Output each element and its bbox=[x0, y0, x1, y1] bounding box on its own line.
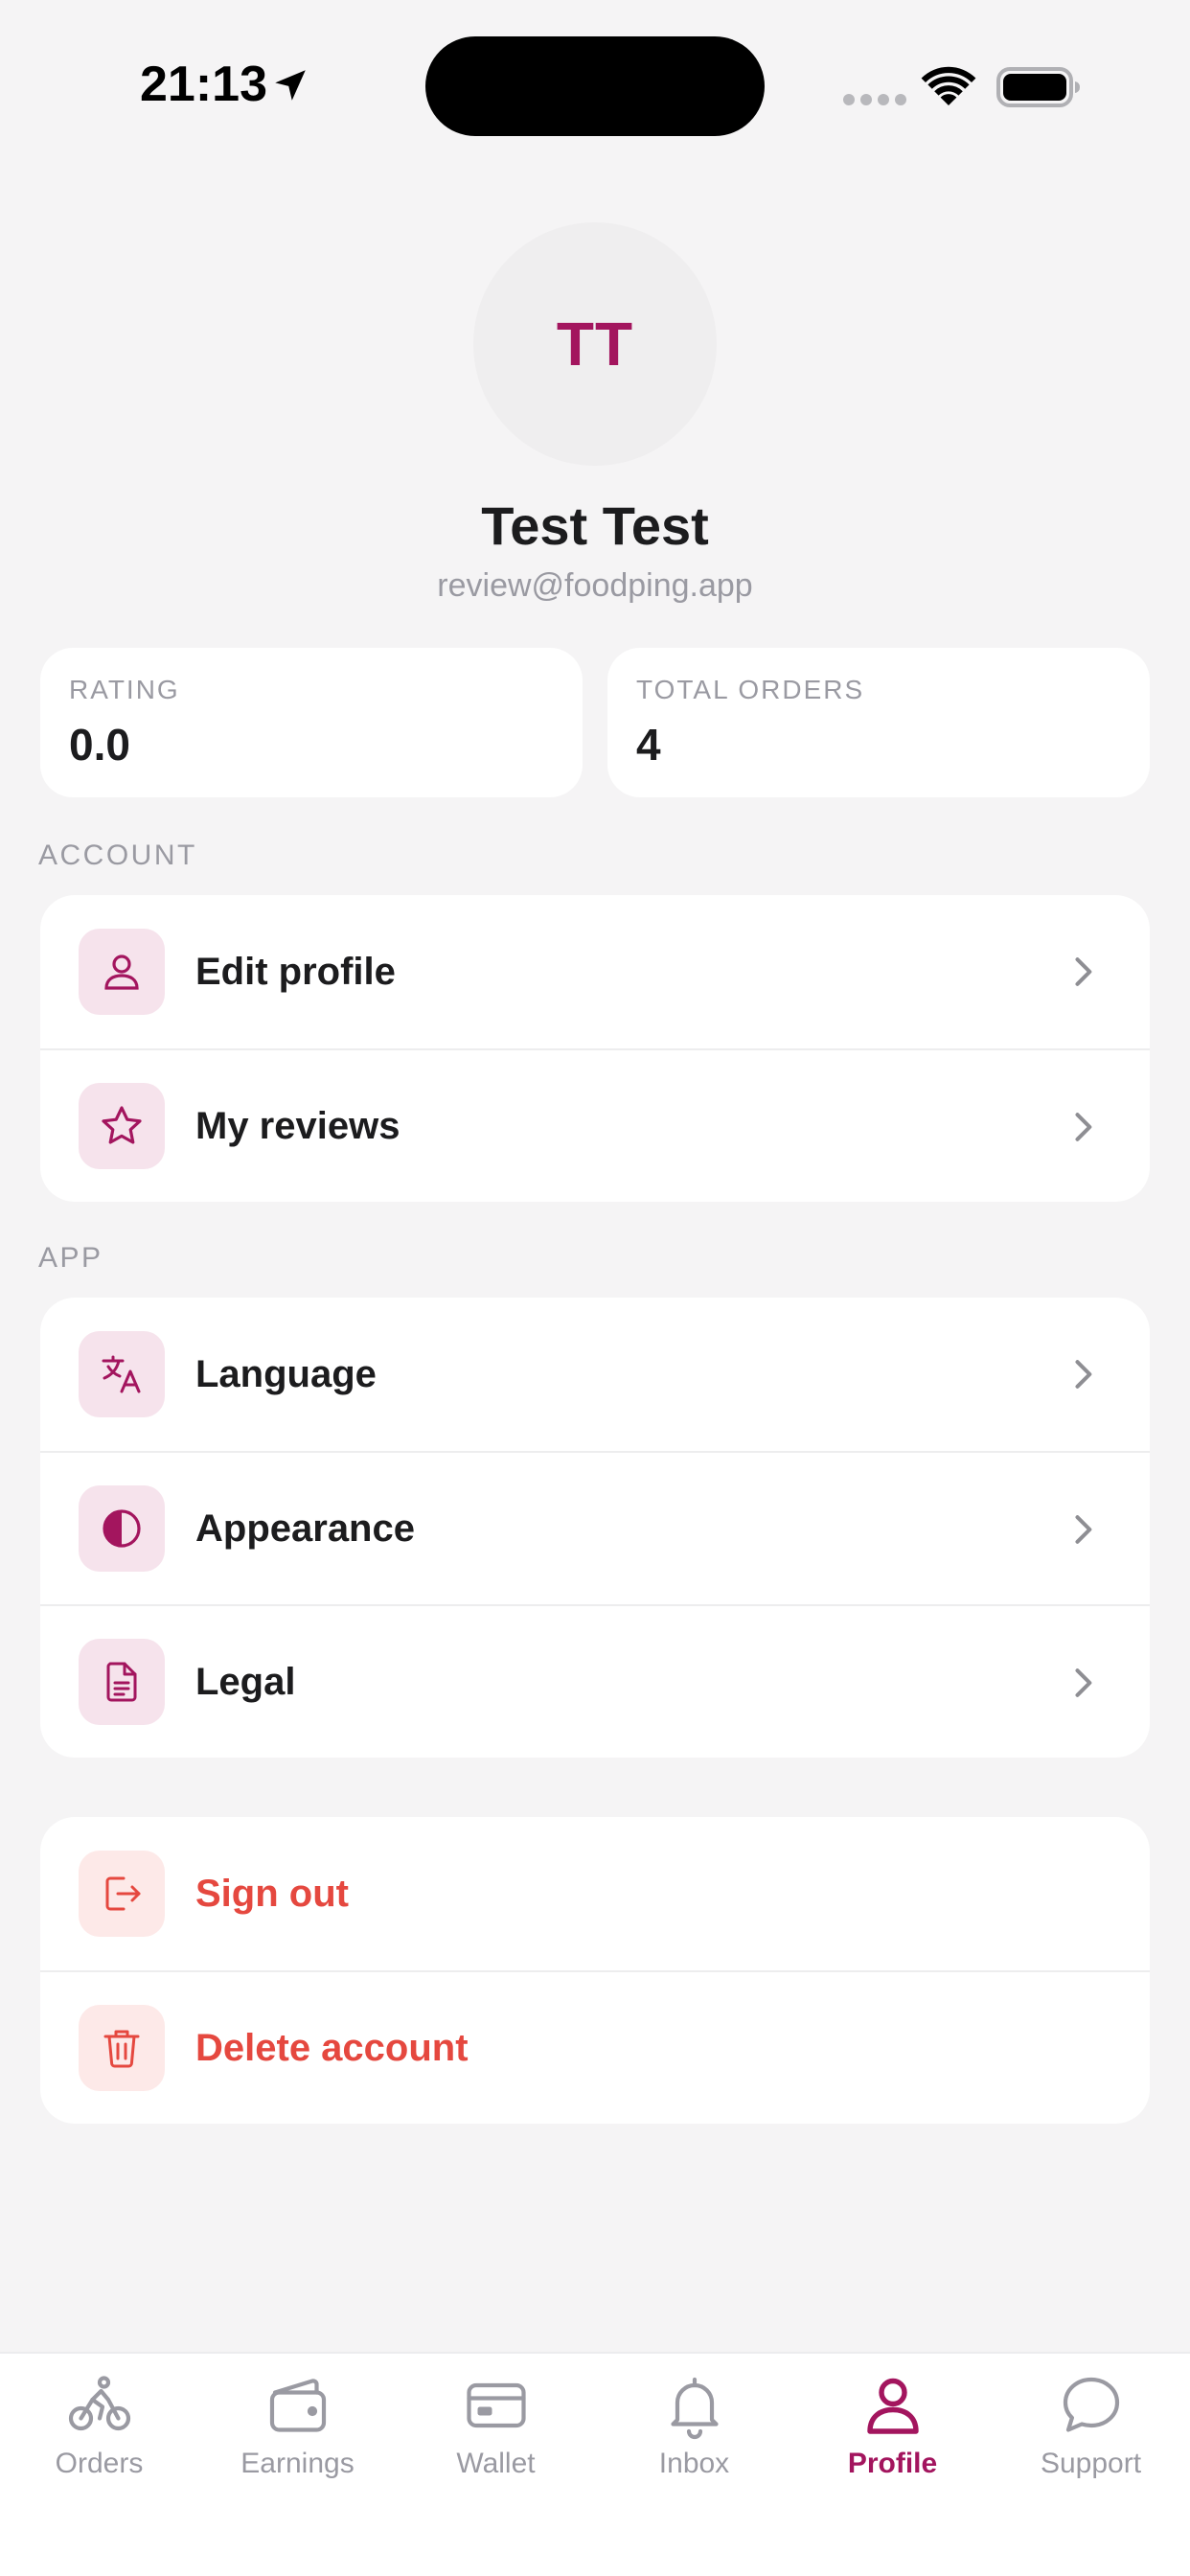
bicycle-icon bbox=[68, 2376, 130, 2431]
stat-card-total-orders: TOTAL ORDERS 4 bbox=[607, 648, 1150, 797]
tab-wallet[interactable]: Wallet bbox=[397, 2371, 595, 2515]
wifi-icon bbox=[921, 66, 976, 105]
user-icon bbox=[79, 929, 165, 1015]
status-time: 21:13 bbox=[140, 57, 267, 112]
app-card: Language Appearance Legal bbox=[40, 1298, 1150, 1758]
stat-label: RATING bbox=[69, 675, 180, 704]
tab-support[interactable]: Support bbox=[992, 2371, 1190, 2515]
menu-item-label: Appearance bbox=[195, 1506, 415, 1550]
tab-label: Wallet bbox=[456, 2448, 536, 2479]
menu-item-legal[interactable]: Legal bbox=[40, 1604, 1150, 1758]
profile-email: review@foodping.app bbox=[437, 567, 753, 604]
chat-icon bbox=[1063, 2377, 1119, 2432]
sign-out-button[interactable]: Sign out bbox=[40, 1817, 1150, 1970]
battery-icon bbox=[996, 67, 1080, 107]
tab-inbox[interactable]: Inbox bbox=[595, 2371, 793, 2515]
contrast-icon bbox=[79, 1485, 165, 1572]
tab-label: Earnings bbox=[240, 2448, 355, 2479]
cellular-signal-icon bbox=[843, 94, 906, 105]
profile-name: Test Test bbox=[481, 495, 709, 556]
tab-bar: Orders Earnings Wallet Inbox Profile Sup… bbox=[0, 2352, 1190, 2576]
tab-label: Inbox bbox=[658, 2448, 730, 2479]
menu-item-language[interactable]: Language bbox=[40, 1298, 1150, 1451]
wallet-icon bbox=[269, 2379, 326, 2432]
avatar: TT bbox=[473, 222, 717, 466]
stat-card-rating: RATING 0.0 bbox=[40, 648, 583, 797]
menu-item-label: Legal bbox=[195, 1660, 296, 1703]
chevron-right-icon bbox=[1075, 1668, 1092, 1697]
stat-label: TOTAL ORDERS bbox=[636, 675, 865, 704]
star-icon bbox=[79, 1083, 165, 1169]
tab-orders[interactable]: Orders bbox=[0, 2371, 198, 2515]
chevron-right-icon bbox=[1075, 1113, 1092, 1141]
location-arrow-icon bbox=[275, 70, 306, 101]
tab-label: Support bbox=[1040, 2448, 1142, 2479]
tab-label: Orders bbox=[55, 2448, 144, 2479]
trash-icon bbox=[79, 2005, 165, 2091]
tab-profile[interactable]: Profile bbox=[793, 2371, 992, 2515]
translate-icon bbox=[79, 1331, 165, 1417]
section-title-account: ACCOUNT bbox=[38, 840, 197, 871]
delete-account-button[interactable]: Delete account bbox=[40, 1970, 1150, 2124]
status-bar: 21:13 bbox=[0, 0, 1190, 172]
section-title-app: APP bbox=[38, 1242, 103, 1274]
person-icon bbox=[866, 2378, 919, 2434]
menu-item-label: Language bbox=[195, 1352, 377, 1395]
tab-label: Profile bbox=[847, 2448, 938, 2479]
menu-item-edit-profile[interactable]: Edit profile bbox=[40, 895, 1150, 1048]
account-card: Edit profile My reviews bbox=[40, 895, 1150, 1202]
menu-item-label: My reviews bbox=[195, 1104, 400, 1147]
document-icon bbox=[79, 1639, 165, 1725]
chevron-right-icon bbox=[1075, 957, 1092, 986]
card-icon bbox=[466, 2382, 526, 2428]
menu-item-appearance[interactable]: Appearance bbox=[40, 1451, 1150, 1604]
sign-out-label: Sign out bbox=[195, 1872, 349, 1915]
session-card: Sign out Delete account bbox=[40, 1817, 1150, 2124]
stat-value: 0.0 bbox=[69, 720, 130, 770]
dynamic-island bbox=[425, 36, 765, 136]
menu-item-my-reviews[interactable]: My reviews bbox=[40, 1048, 1150, 1202]
stat-value: 4 bbox=[636, 720, 661, 770]
delete-account-label: Delete account bbox=[195, 2026, 469, 2069]
sign-out-icon bbox=[79, 1851, 165, 1937]
tab-earnings[interactable]: Earnings bbox=[198, 2371, 397, 2515]
chevron-right-icon bbox=[1075, 1515, 1092, 1544]
bell-icon bbox=[670, 2377, 719, 2440]
menu-item-label: Edit profile bbox=[195, 950, 396, 993]
avatar-initials: TT bbox=[556, 310, 634, 379]
chevron-right-icon bbox=[1075, 1360, 1092, 1389]
